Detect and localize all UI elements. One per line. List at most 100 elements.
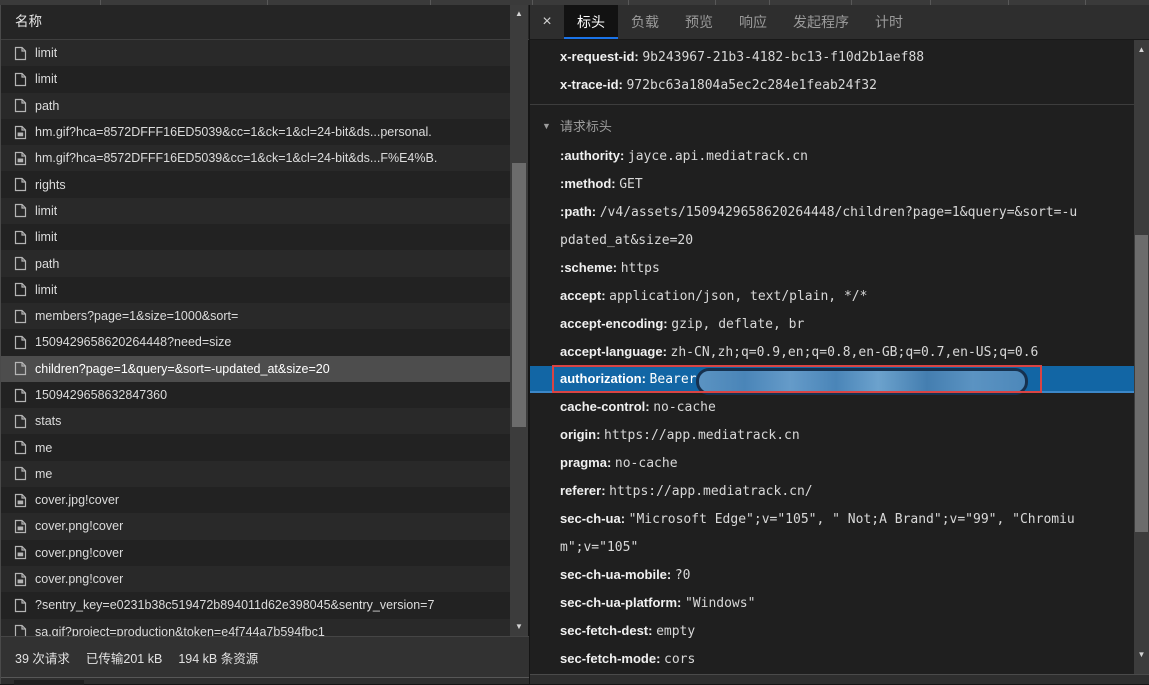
scroll-down-icon[interactable]: ▼: [510, 620, 528, 634]
header-name: :authority:: [560, 148, 628, 163]
network-request-row[interactable]: cover.png!cover: [1, 540, 510, 566]
document-icon: [14, 624, 27, 636]
scroll-down-icon[interactable]: ▼: [1134, 648, 1149, 662]
drawer-partial-button: [14, 680, 84, 685]
document-icon: [14, 335, 27, 350]
header-name: :scheme:: [560, 260, 621, 275]
request-headers-section-header[interactable]: ▼请求标头: [530, 105, 1134, 142]
header-row[interactable]: x-request-id: 9b243967-21b3-4182-bc13-f1…: [530, 43, 1134, 71]
header-row[interactable]: sec-ch-ua: "Microsoft Edge";v="105", " N…: [530, 505, 1134, 561]
tab-item[interactable]: 预览: [672, 5, 726, 39]
network-status-bar: 39 次请求 已传输201 kB 194 kB 条资源: [1, 636, 529, 677]
scrollbar-thumb[interactable]: [512, 163, 526, 427]
header-value: zh-CN,zh;q=0.9,en;q=0.8,en-GB;q=0.7,en-U…: [671, 345, 1039, 360]
scroll-up-icon[interactable]: ▲: [510, 7, 528, 21]
network-request-row[interactable]: rights: [1, 171, 510, 197]
request-name: limit: [35, 72, 57, 86]
document-icon: [14, 46, 27, 61]
network-request-row[interactable]: 1509429658620264448?need=size: [1, 329, 510, 355]
request-details-panel: × 标头负载预览响应发起程序计时 x-request-id: 9b243967-…: [530, 5, 1149, 684]
header-row-authorization[interactable]: authorization: Bearer: [530, 366, 1134, 393]
network-request-row[interactable]: stats: [1, 408, 510, 434]
network-request-row[interactable]: limit: [1, 66, 510, 92]
document-icon: [14, 98, 27, 113]
network-request-row[interactable]: cover.jpg!cover: [1, 487, 510, 513]
tab-item[interactable]: 负载: [618, 5, 672, 39]
header-row[interactable]: :path: /v4/assets/1509429658620264448/ch…: [530, 198, 1134, 254]
scroll-up-icon[interactable]: ▲: [1134, 43, 1149, 57]
network-request-row[interactable]: hm.gif?hca=8572DFFF16ED5039&cc=1&ck=1&cl…: [1, 119, 510, 145]
document-icon: [14, 309, 27, 324]
document-icon: [14, 72, 27, 87]
tab-item[interactable]: 计时: [862, 5, 916, 39]
header-row[interactable]: referer: https://app.mediatrack.cn/: [530, 477, 1134, 505]
network-request-row[interactable]: limit: [1, 40, 510, 66]
header-row[interactable]: accept: application/json, text/plain, */…: [530, 282, 1134, 310]
header-name: :path:: [560, 204, 600, 219]
left-scrollbar[interactable]: ▲ ▼: [510, 5, 528, 636]
request-name: ?sentry_key=e0231b38c519472b894011d62e39…: [35, 598, 434, 612]
header-value: /v4/assets/1509429658620264448/children?…: [560, 205, 1077, 248]
document-icon: [14, 256, 27, 271]
tab-item[interactable]: 发起程序: [780, 5, 862, 39]
header-value: "Windows": [685, 596, 755, 611]
header-row[interactable]: origin: https://app.mediatrack.cn: [530, 421, 1134, 449]
header-row[interactable]: :method: GET: [530, 170, 1134, 198]
header-name: x-trace-id:: [560, 77, 626, 92]
header-value: jayce.api.mediatrack.cn: [628, 149, 808, 164]
document-icon: [14, 230, 27, 245]
header-row[interactable]: sec-ch-ua-mobile: ?0: [530, 561, 1134, 589]
right-scrollbar[interactable]: ▲ ▼: [1134, 40, 1149, 674]
header-name: cache-control:: [560, 399, 653, 414]
header-row[interactable]: accept-encoding: gzip, deflate, br: [530, 310, 1134, 338]
header-row[interactable]: :scheme: https: [530, 254, 1134, 282]
tab-item[interactable]: 响应: [726, 5, 780, 39]
network-request-row[interactable]: children?page=1&query=&sort=-updated_at&…: [1, 356, 510, 382]
header-name: referer:: [560, 483, 609, 498]
scrollbar-thumb[interactable]: [1135, 235, 1148, 532]
header-value: cors: [664, 652, 695, 667]
document-icon: [14, 388, 27, 403]
network-request-row[interactable]: ?sentry_key=e0231b38c519472b894011d62e39…: [1, 592, 510, 618]
header-row[interactable]: pragma: no-cache: [530, 449, 1134, 477]
network-request-row[interactable]: me: [1, 434, 510, 460]
network-request-row[interactable]: path: [1, 250, 510, 276]
column-header-name[interactable]: 名称: [1, 5, 529, 40]
network-request-row[interactable]: path: [1, 93, 510, 119]
header-row[interactable]: accept-language: zh-CN,zh;q=0.9,en;q=0.8…: [530, 338, 1134, 366]
request-name: 1509429658632847360: [35, 388, 167, 402]
header-row[interactable]: x-trace-id: 972bc63a1804a5ec2c284e1feab2…: [530, 71, 1134, 99]
tab-headers-selected[interactable]: 标头: [564, 5, 618, 39]
headers-content: x-request-id: 9b243967-21b3-4182-bc13-f1…: [530, 40, 1134, 674]
request-name: stats: [35, 414, 61, 428]
network-request-row[interactable]: hm.gif?hca=8572DFFF16ED5039&cc=1&ck=1&cl…: [1, 145, 510, 171]
request-name: cover.png!cover: [35, 546, 123, 560]
document-icon: [14, 598, 27, 613]
header-row[interactable]: sec-fetch-dest: empty: [530, 617, 1134, 645]
header-row[interactable]: :authority: jayce.api.mediatrack.cn: [530, 142, 1134, 170]
close-icon[interactable]: ×: [530, 5, 564, 39]
header-value: https://app.mediatrack.cn/: [609, 484, 813, 499]
network-request-row[interactable]: me: [1, 461, 510, 487]
header-row[interactable]: sec-fetch-mode: cors: [530, 645, 1134, 673]
request-list: limitlimitpathhm.gif?hca=8572DFFF16ED503…: [1, 40, 510, 636]
panel-bottom-edge: [530, 674, 1149, 684]
network-request-row[interactable]: 1509429658632847360: [1, 382, 510, 408]
request-name: limit: [35, 230, 57, 244]
header-value: gzip, deflate, br: [671, 317, 804, 332]
header-value: 972bc63a1804a5ec2c284e1feab24f32: [626, 78, 876, 93]
collapse-triangle-icon[interactable]: ▼: [542, 121, 551, 131]
header-value: "Microsoft Edge";v="105", " Not;A Brand"…: [560, 512, 1075, 555]
image-document-icon: [14, 572, 27, 587]
network-request-row[interactable]: limit: [1, 277, 510, 303]
drawer-edge: [1, 677, 529, 684]
network-request-row[interactable]: limit: [1, 198, 510, 224]
network-request-row[interactable]: members?page=1&size=1000&sort=: [1, 303, 510, 329]
network-request-row[interactable]: limit: [1, 224, 510, 250]
header-row[interactable]: cache-control: no-cache: [530, 393, 1134, 421]
redacted-token-blur: [696, 368, 1028, 395]
header-row[interactable]: sec-ch-ua-platform: "Windows": [530, 589, 1134, 617]
network-request-row[interactable]: sa.gif?project=production&token=e4f744a7…: [1, 619, 510, 636]
network-request-row[interactable]: cover.png!cover: [1, 566, 510, 592]
network-request-row[interactable]: cover.png!cover: [1, 513, 510, 539]
